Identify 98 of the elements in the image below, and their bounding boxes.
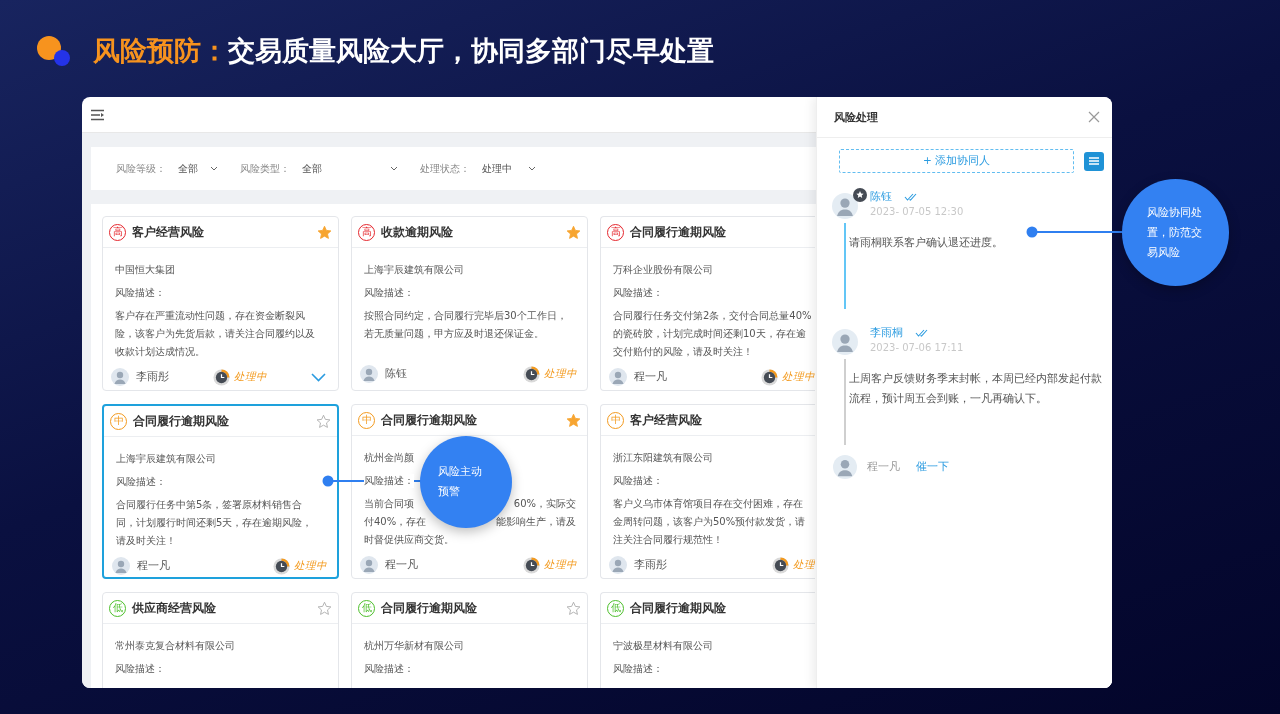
owner-name: 程一凡 [634, 370, 667, 384]
risk-card[interactable]: 中 合同履行逾期风险 上海宇辰建筑有限公司 风险描述： 合同履行任务中第5条，签署原材料销售合 同，计划履行时间还剩5天，存在逾期风险， 请及时关注！ 程一凡 处理中 [102, 404, 339, 579]
card-title: 供应商经营风险 [132, 599, 216, 617]
assignee-name: 程一凡 [867, 460, 900, 474]
list-icon [1089, 157, 1100, 165]
description-text: 合同履行任务中第5条，签署原材料销售合 [116, 498, 303, 512]
card-title: 合同履行逾期风险 [133, 412, 229, 430]
chevron-down-icon [390, 166, 398, 171]
status-text: 处理中 [544, 558, 577, 572]
star-icon[interactable] [566, 412, 581, 428]
description-text: 客户存在严重流动性问题，存在资金断裂风 [115, 309, 305, 323]
star-badge-icon [853, 188, 867, 202]
description-text: 金周转问题，该客户为50%预付款发货，请 [613, 515, 806, 529]
company-name: 杭州万华新材有限公司 [364, 639, 464, 653]
filter-select[interactable]: 全部 [178, 161, 218, 176]
avatar-icon [360, 556, 378, 574]
filter-label: 风险等级： [116, 161, 166, 176]
avatar-icon [111, 368, 129, 386]
clock-icon [273, 557, 290, 575]
status-text: 处理中 [782, 370, 815, 384]
card-title: 客户经营风险 [132, 223, 204, 241]
clock-icon [523, 556, 540, 574]
avatar-icon [833, 455, 857, 479]
description-text: 收款计划达成情况。 [115, 345, 205, 359]
menu-icon[interactable] [90, 108, 105, 121]
description-text: 合同履行任务交付第2条，交付合同总量40% [613, 309, 812, 323]
avatar-icon [609, 368, 627, 386]
clock-icon [772, 556, 789, 574]
risk-card[interactable]: 低 供应商经营风险 常州泰克复合材料有限公司 风险描述： [102, 592, 339, 688]
company-name: 上海宇辰建筑有限公司 [116, 452, 216, 466]
clock-icon [761, 368, 778, 386]
commenter-name: 陈钰 [870, 189, 892, 204]
chevron-down-icon [528, 166, 536, 171]
slide-title: 风险预防：交易质量风险大厅，协同多部门尽早处置 [93, 36, 714, 66]
description-text: 交付赔付的风险，请及时关注！ [613, 345, 753, 359]
close-icon[interactable] [1088, 111, 1100, 123]
status-text: 处理中 [234, 370, 267, 384]
card-title: 合同履行逾期风险 [630, 223, 726, 241]
clock-icon [523, 365, 540, 383]
commenter-name: 李雨桐 [870, 325, 903, 340]
description-text: 请及时关注！ [116, 534, 176, 548]
card-title: 合同履行逾期风险 [381, 599, 477, 617]
comment-text: 请雨桐联系客户确认退还进度。 [849, 236, 1003, 248]
description-label: 风险描述： [364, 474, 414, 488]
description-text: 同，计划履行时间还剩5天，存在逾期风险， [116, 516, 313, 530]
description-text: 客户义乌市体育馆项目存在交付困难，存在 [613, 497, 803, 511]
star-icon[interactable] [317, 224, 332, 240]
star-icon[interactable] [316, 413, 331, 429]
description-text: 注关注合同履行规范性！ [613, 533, 723, 547]
list-button[interactable] [1084, 151, 1104, 171]
callout-bubble: 风险协同处置，防范交易风险 [1122, 179, 1229, 286]
filter-select[interactable]: 全部 [302, 161, 398, 176]
company-name: 万科企业股份有限公司 [613, 263, 713, 277]
comment-text: 上周客户反馈财务季末封帐，本周已经内部发起付款流程，预计周五会到账，一凡再确认下。 [849, 372, 1102, 404]
owner-name: 程一凡 [385, 558, 418, 572]
avatar-icon [112, 557, 130, 575]
description-text: 60%，实际交 [513, 497, 576, 511]
clock-icon [213, 368, 230, 386]
owner-name: 李雨彤 [136, 370, 169, 384]
description-text: 按照合同约定，合同履行完毕后30个工作日， [364, 309, 567, 323]
status-text: 处理中 [294, 559, 327, 573]
chevron-down-icon[interactable] [311, 372, 326, 382]
description-text: 当前合同项 [364, 497, 414, 511]
risk-card[interactable]: 低 合同履行逾期风险 杭州万华新材有限公司 风险描述： [351, 592, 588, 688]
avatar-icon [360, 365, 378, 383]
company-name: 浙江东阳建筑有限公司 [613, 451, 713, 465]
chevron-down-icon [210, 166, 218, 171]
description-text: 付40%，存在 [364, 515, 427, 529]
company-name: 常州泰克复合材料有限公司 [115, 639, 235, 653]
avatar-icon [609, 556, 627, 574]
card-title: 收款逾期风险 [381, 223, 453, 241]
card-title: 合同履行逾期风险 [630, 599, 726, 617]
star-icon[interactable] [317, 600, 332, 616]
owner-name: 程一凡 [137, 559, 170, 573]
filter-label: 风险类型： [240, 161, 290, 176]
owner-name: 李雨彤 [634, 558, 667, 572]
company-name: 上海宇辰建筑有限公司 [364, 263, 464, 277]
card-title: 合同履行逾期风险 [381, 411, 477, 429]
status-text: 处理中 [544, 367, 577, 381]
company-name: 杭州金尚颜 [364, 451, 414, 465]
filter-label: 处理状态： [420, 161, 470, 176]
owner-name: 陈钰 [385, 367, 407, 381]
description-text: 能影响生产，请及 [496, 515, 576, 529]
filter-select[interactable]: 处理中 [482, 161, 536, 176]
description-text: 时督促供应商交货。 [364, 533, 454, 547]
risk-card[interactable]: 高 合同履行逾期风险 万科企业股份有限公司 风险描述： 合同履行任务交付第2条，交付合同总量40% 的瓷砖胶，计划完成时间还剩10天，存在逾 交付赔付的风险，请及时关注！ 程一凡 处理中 [600, 216, 815, 391]
company-name: 宁波极星材料有限公司 [613, 639, 713, 653]
card-title: 客户经营风险 [630, 411, 702, 429]
risk-card[interactable]: 高 客户经营风险 中国恒大集团 风险描述： 客户存在严重流动性问题，存在资金断裂风 险，该客户为先货后款，请关注合同履约以及 收款计划达成情况。 李雨彤 处理中 [102, 216, 339, 391]
company-name: 中国恒大集团 [115, 263, 175, 277]
description-text: 险，该客户为先货后款，请关注合同履约以及 [115, 327, 315, 341]
risk-card[interactable]: 低 合同履行逾期风险 宁波极星材料有限公司 风险描述： [600, 592, 815, 688]
star-icon[interactable] [566, 600, 581, 616]
star-icon[interactable] [566, 224, 581, 240]
risk-card[interactable]: 高 收款逾期风险 上海宇辰建筑有限公司 风险描述： 按照合同约定，合同履行完毕后30个工作日， 若无质量问题，甲方应及时退还保证金。 陈钰 处理中 [351, 216, 588, 391]
panel-title: 风险处理 [834, 109, 878, 125]
description-text: 若无质量问题，甲方应及时退还保证金。 [364, 327, 544, 341]
description-text: 的瓷砖胶，计划完成时间还剩10天，存在逾 [613, 327, 806, 341]
